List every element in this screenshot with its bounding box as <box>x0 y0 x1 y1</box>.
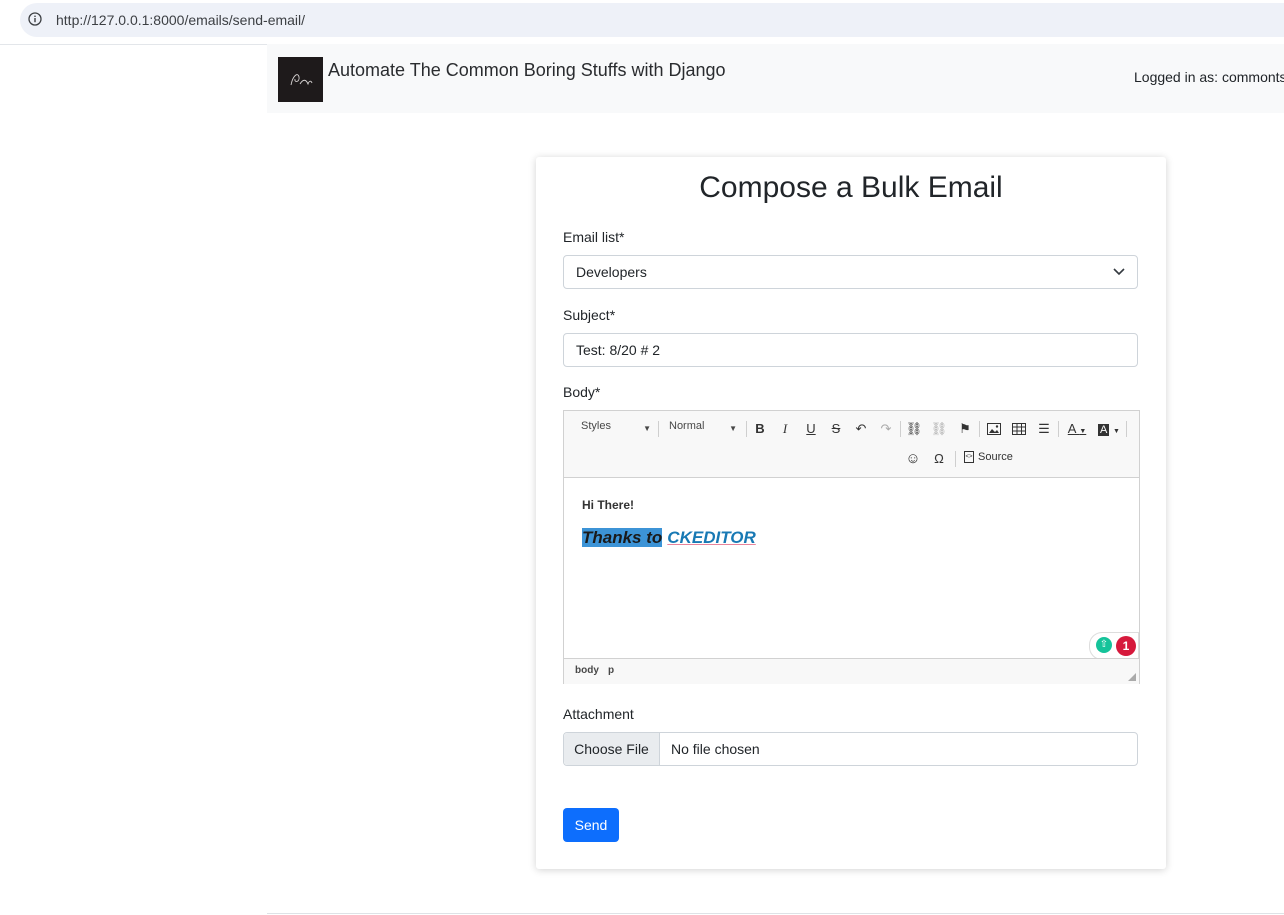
italic-icon[interactable]: I <box>775 419 795 439</box>
link-icon[interactable]: ⛓ <box>904 419 924 439</box>
path-item-p[interactable]: p <box>608 665 614 676</box>
toolbar-separator <box>658 421 659 437</box>
rich-text-editor[interactable]: Styles ▼ Normal ▼ B I U S ↶ ↷ ⛓ ⛓ ⚑ ☰ A … <box>563 410 1140 684</box>
url-text[interactable]: http://127.0.0.1:8000/emails/send-email/ <box>56 12 305 28</box>
logged-in-status: Logged in as: commonts <box>1134 69 1284 85</box>
grammar-assistant-icon: ⇧ <box>1096 637 1112 653</box>
element-path-bar: body p <box>564 658 1139 684</box>
email-list-value: Developers <box>576 264 647 280</box>
file-status: No file chosen <box>671 741 760 757</box>
path-item-body[interactable]: body <box>575 665 599 676</box>
unlink-icon[interactable]: ⛓ <box>929 419 949 439</box>
toolbar-separator <box>979 421 980 437</box>
smiley-icon[interactable]: ☺ <box>903 449 923 469</box>
editor-toolbar: Styles ▼ Normal ▼ B I U S ↶ ↷ ⛓ ⛓ ⚑ ☰ A … <box>564 411 1139 478</box>
signature-logo-icon <box>290 74 313 86</box>
issues-count-badge: 1 <box>1116 636 1136 656</box>
underline-icon[interactable]: U <box>801 419 821 439</box>
selected-text: Thanks to <box>582 528 663 547</box>
anchor-flag-icon[interactable]: ⚑ <box>955 419 975 439</box>
info-icon[interactable] <box>28 12 42 26</box>
subject-label: Subject* <box>563 307 616 323</box>
attachment-label: Attachment <box>563 706 634 722</box>
resize-handle-icon[interactable] <box>1128 673 1136 681</box>
format-dropdown-label: Normal <box>669 420 705 432</box>
chevron-down-icon <box>1113 268 1125 276</box>
browser-address-bar: http://127.0.0.1:8000/emails/send-email/ <box>0 0 1284 45</box>
body-label: Body* <box>563 384 601 400</box>
dropdown-arrow-icon: ▼ <box>729 424 737 433</box>
styles-dropdown[interactable]: Styles ▼ <box>581 420 651 438</box>
editor-link[interactable]: CKEDITOR <box>667 528 755 547</box>
omnibox[interactable]: http://127.0.0.1:8000/emails/send-email/ <box>20 3 1284 37</box>
source-label: Source <box>978 451 1013 463</box>
special-char-icon[interactable]: Ω <box>929 449 949 469</box>
choose-file-button[interactable]: Choose File <box>564 733 660 765</box>
toolbar-separator <box>1126 421 1127 437</box>
email-list-select[interactable]: Developers <box>563 255 1138 289</box>
undo-icon[interactable]: ↶ <box>851 419 871 439</box>
editor-line-thanks: Thanks to CKEDITOR <box>582 528 756 548</box>
table-icon[interactable] <box>1009 419 1029 439</box>
grammar-badge[interactable]: ⇧ 1 <box>1089 632 1139 660</box>
editor-line-greeting: Hi There! <box>582 498 635 512</box>
background-color-icon[interactable]: A ▼ <box>1096 419 1122 439</box>
compose-card: Compose a Bulk Email Email list* Develop… <box>536 157 1166 869</box>
toolbar-separator <box>746 421 747 437</box>
subject-input[interactable]: Test: 8/20 # 2 <box>563 333 1138 367</box>
image-icon[interactable] <box>984 419 1004 439</box>
bold-icon[interactable]: B <box>750 419 770 439</box>
site-title[interactable]: Automate The Common Boring Stuffs with D… <box>328 60 726 81</box>
toolbar-separator <box>900 421 901 437</box>
styles-dropdown-label: Styles <box>581 420 611 432</box>
toolbar-separator <box>1058 421 1059 437</box>
redo-icon[interactable]: ↷ <box>876 419 896 439</box>
horizontal-line-icon[interactable]: ☰ <box>1034 419 1054 439</box>
source-icon: <> <box>964 451 974 464</box>
dropdown-arrow-icon: ▼ <box>643 424 651 433</box>
send-button[interactable]: Send <box>563 808 619 842</box>
source-button[interactable]: <> Source <box>964 451 1013 464</box>
text-color-icon[interactable]: A ▼ <box>1064 419 1090 439</box>
subject-value: Test: 8/20 # 2 <box>576 342 661 358</box>
site-logo[interactable] <box>278 57 323 102</box>
email-list-label: Email list* <box>563 229 625 245</box>
editor-content[interactable]: Hi There! Thanks to CKEDITOR ⇧ 1 <box>564 478 1139 660</box>
strikethrough-icon[interactable]: S <box>826 419 846 439</box>
format-dropdown[interactable]: Normal ▼ <box>669 420 737 438</box>
footer-divider <box>267 913 1284 914</box>
attachment-file-input[interactable]: Choose File No file chosen <box>563 732 1138 766</box>
site-navbar: Automate The Common Boring Stuffs with D… <box>267 44 1284 113</box>
page-title: Compose a Bulk Email <box>699 171 1003 204</box>
toolbar-separator <box>955 451 956 467</box>
